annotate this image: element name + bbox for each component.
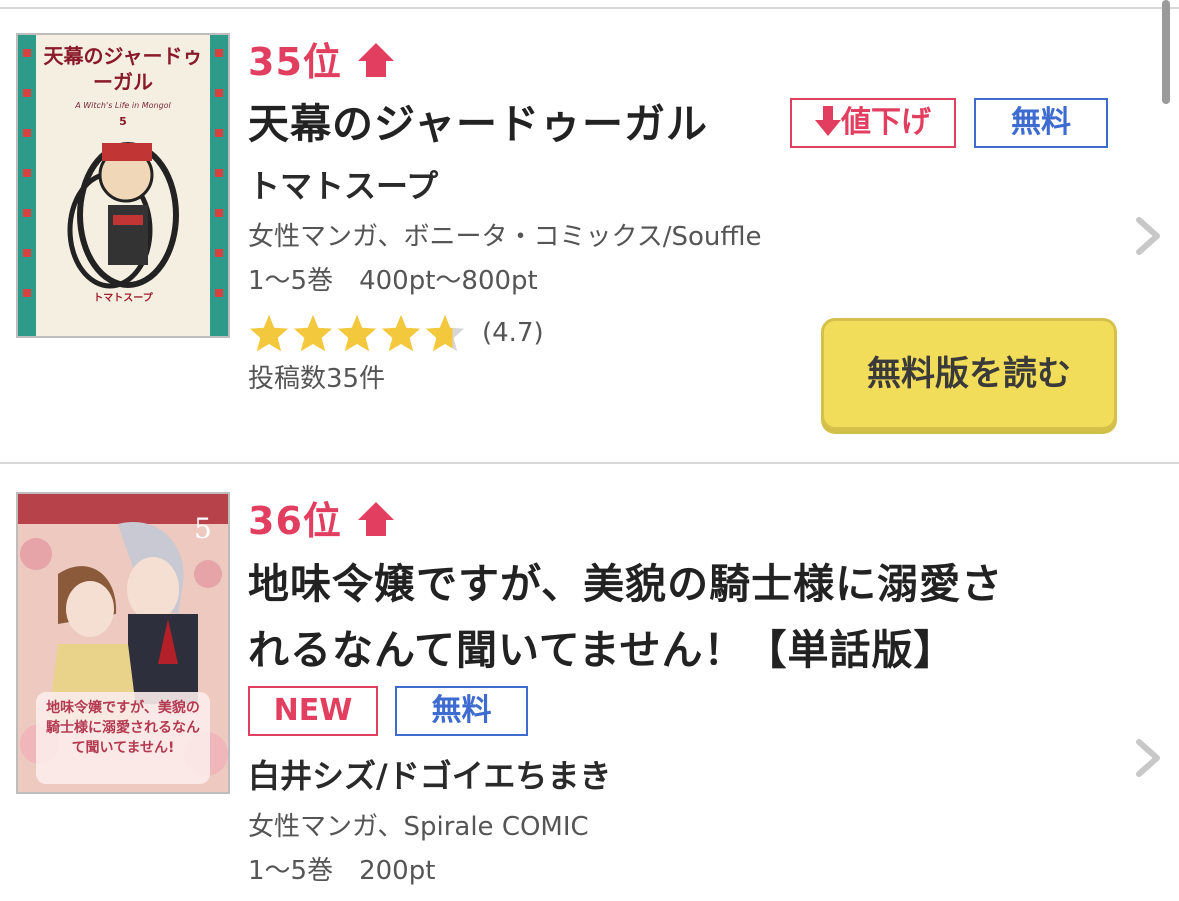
star-full-icon	[293, 314, 333, 352]
cover-title: 地味令嬢ですが、美貌の騎士様に溺愛されるなんて聞いてません!	[46, 700, 200, 756]
new-badge: NEW	[248, 686, 378, 736]
price-drop-label: 値下げ	[841, 105, 931, 140]
star-partial-icon	[425, 314, 465, 352]
ranking-item[interactable]: 5 地味令嬢ですが、美貌の騎士様に溺愛されるなんて聞いてません! 36位 地味令…	[0, 464, 1179, 901]
cover-volume: 5	[119, 115, 127, 128]
arrow-up-icon	[357, 502, 394, 536]
genre-label: 女性マンガ、Spirale COMIC	[248, 812, 589, 842]
book-title[interactable]: 天幕のジャードゥーガル	[248, 93, 708, 156]
author-name[interactable]: 白井シズ/ドゴイエちまき	[248, 756, 611, 796]
rating-value: (4.7)	[482, 318, 544, 348]
star-full-icon	[337, 314, 377, 352]
star-full-icon	[381, 314, 421, 352]
genre-label: 女性マンガ、ボニータ・コミックス/Souffle	[248, 222, 762, 252]
read-free-button[interactable]: 無料版を読む	[821, 318, 1117, 430]
ranking-item[interactable]: 天幕のジャードゥーガル A Witch's Life in Mongol 5 ト…	[0, 0, 1179, 460]
rank-text: 35位	[248, 40, 342, 84]
rank-label: 35位	[248, 40, 396, 84]
book-cover[interactable]: 天幕のジャードゥーガル A Witch's Life in Mongol 5 ト…	[16, 33, 230, 338]
cover-subtitle: A Witch's Life in Mongol	[75, 101, 171, 110]
price-drop-badge: 値下げ	[790, 98, 956, 148]
book-cover[interactable]: 5 地味令嬢ですが、美貌の騎士様に溺愛されるなんて聞いてません!	[16, 492, 230, 794]
author-name[interactable]: トマトスープ	[248, 166, 438, 206]
cover-author: トマトスープ	[93, 293, 153, 304]
volume-price: 1〜5巻 200pt	[248, 856, 436, 886]
cover-title: 天幕のジャードゥーガル	[43, 44, 203, 94]
arrow-down-icon	[815, 106, 841, 136]
book-title-line-2[interactable]: れるなんて聞いてません！【単話版】	[248, 619, 955, 682]
free-badge: 無料	[395, 686, 528, 736]
arrow-up-icon	[357, 43, 394, 77]
rank-label: 36位	[248, 499, 396, 543]
free-badge: 無料	[974, 98, 1108, 148]
review-count[interactable]: 投稿数35件	[248, 362, 385, 396]
rank-text: 36位	[248, 499, 342, 543]
star-full-icon	[249, 314, 289, 352]
star-rating: (4.7)	[248, 311, 544, 355]
cover-volume: 5	[194, 512, 212, 545]
book-title-line-1[interactable]: 地味令嬢ですが、美貌の騎士様に溺愛さ	[248, 553, 1003, 616]
chevron-right-icon[interactable]	[1131, 216, 1165, 256]
chevron-right-icon[interactable]	[1131, 738, 1165, 778]
volume-price: 1〜5巻 400pt〜800pt	[248, 266, 538, 296]
